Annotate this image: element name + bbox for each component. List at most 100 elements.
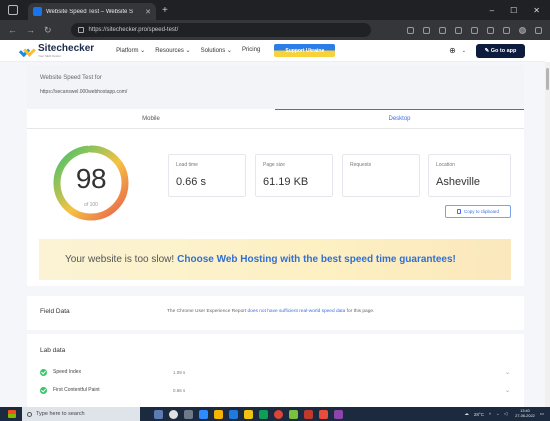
main-nav: Platform ⌄ Resources ⌄ Solutions ⌄ Prici… bbox=[116, 47, 260, 54]
folder-icon[interactable] bbox=[244, 409, 253, 419]
chevron-down-icon[interactable]: ⌄ bbox=[462, 48, 466, 54]
maximize-icon[interactable]: ☐ bbox=[510, 6, 517, 15]
weather-temp[interactable]: 28°C bbox=[474, 412, 484, 417]
copy-icon bbox=[456, 209, 461, 214]
metric-label: Location bbox=[436, 162, 455, 168]
browser-toolbar-icons bbox=[407, 26, 542, 34]
address-bar: ← → ↻ https://sitechecker.pro/speed-test… bbox=[0, 20, 550, 40]
reader-icon[interactable] bbox=[423, 26, 430, 34]
word-icon[interactable] bbox=[229, 409, 238, 419]
field-text-after: for this page. bbox=[346, 309, 375, 314]
score-value: 98 bbox=[75, 163, 107, 194]
tab-desktop[interactable]: Desktop bbox=[275, 109, 524, 129]
metric-label: Load time bbox=[176, 162, 198, 168]
app-icon[interactable] bbox=[304, 409, 313, 419]
lab-row-fcp[interactable]: First Contentful Paint 0.66 s ⌄ bbox=[40, 384, 510, 396]
minimize-icon[interactable]: – bbox=[490, 6, 494, 15]
field-data-text: The Chrome User Experience Report does n… bbox=[167, 309, 374, 314]
split-screen-icon[interactable] bbox=[455, 26, 462, 34]
lock-icon bbox=[77, 27, 84, 33]
app-icon[interactable] bbox=[319, 409, 328, 419]
metric-label: Requests bbox=[350, 162, 372, 168]
clock[interactable]: 13:40 27-06-2022 bbox=[515, 409, 534, 419]
logo[interactable]: Sitechecker Your SEO Doctor bbox=[38, 43, 94, 58]
nav-solutions[interactable]: Solutions ⌄ bbox=[201, 47, 232, 54]
check-circle-icon bbox=[40, 368, 47, 376]
profile-avatar[interactable] bbox=[519, 26, 526, 34]
metric-value: 0.66 s bbox=[176, 176, 206, 188]
field-data-title: Field Data bbox=[40, 308, 70, 315]
widgets-icon[interactable] bbox=[184, 409, 193, 419]
chevron-up-icon[interactable]: ^ bbox=[489, 412, 491, 417]
metric-value: Asheville bbox=[436, 176, 481, 188]
app-icon[interactable] bbox=[154, 409, 163, 419]
windows-start-icon[interactable] bbox=[8, 410, 16, 418]
test-title: Website Speed Test for bbox=[40, 75, 102, 81]
url-text: https://sitechecker.pro/speed-test/ bbox=[88, 27, 179, 33]
volume-icon[interactable]: ◁ bbox=[504, 411, 507, 417]
device-tabs: Mobile Desktop bbox=[27, 109, 524, 129]
explorer-icon[interactable] bbox=[214, 409, 223, 419]
extensions-icon[interactable] bbox=[487, 26, 494, 34]
task-view-icon[interactable] bbox=[169, 409, 178, 419]
scrollbar-thumb[interactable] bbox=[546, 68, 549, 90]
nav-pricing[interactable]: Pricing bbox=[242, 47, 260, 54]
system-tray: ☁ 28°C ^ ◔ ◁ 13:40 27-06-2022 ▭ bbox=[464, 409, 544, 419]
window-controls: – ☐ ✕ bbox=[490, 6, 540, 15]
browser-tab[interactable]: Website Speed Test – Website S ✕ bbox=[28, 3, 156, 20]
screen: Website Speed Test – Website S ✕ + – ☐ ✕… bbox=[0, 0, 550, 421]
nav-platform[interactable]: Platform ⌄ bbox=[116, 47, 145, 54]
taskbar-search-input[interactable]: Type here to search bbox=[22, 407, 140, 421]
read-aloud-icon[interactable] bbox=[439, 26, 446, 34]
search-placeholder: Type here to search bbox=[36, 411, 85, 417]
chevron-down-icon[interactable]: ⌄ bbox=[505, 387, 510, 394]
nav-resources[interactable]: Resources ⌄ bbox=[155, 47, 190, 54]
clock-date: 27-06-2022 bbox=[515, 414, 535, 418]
support-ukraine-button[interactable]: Support Ukraine bbox=[274, 44, 336, 57]
weather-icon[interactable]: ☁ bbox=[464, 411, 469, 417]
favorites-icon[interactable] bbox=[471, 26, 478, 34]
lab-row-speed-index[interactable]: Speed Index 1.09 s ⌄ bbox=[40, 366, 510, 378]
go-to-app-label: Go to app bbox=[490, 47, 517, 54]
install-icon[interactable] bbox=[407, 26, 414, 34]
search-icon bbox=[27, 411, 32, 417]
edge-icon[interactable] bbox=[199, 409, 208, 419]
more-icon[interactable] bbox=[535, 26, 542, 34]
copy-to-clipboard-button[interactable]: Copy to clipboard bbox=[445, 205, 511, 218]
windows-taskbar: Type here to search ☁ 28°C ^ ◔ ◁ 13:40 2… bbox=[0, 407, 550, 421]
field-text-before: The Chrome User Experience Report bbox=[167, 309, 247, 314]
collections-icon[interactable] bbox=[503, 26, 510, 34]
lab-data-title: Lab data bbox=[40, 347, 66, 354]
logo-tagline: Your SEO Doctor bbox=[38, 53, 61, 58]
tab-mobile[interactable]: Mobile bbox=[27, 109, 275, 129]
test-header-card: Website Speed Test for https://secanswel… bbox=[27, 65, 524, 109]
app-icon[interactable] bbox=[289, 409, 298, 419]
score-of: of 100 bbox=[84, 202, 98, 208]
field-data-link[interactable]: does not have sufficient real-world spee… bbox=[248, 309, 346, 314]
sitechecker-logo-icon[interactable] bbox=[20, 46, 34, 56]
notification-icon[interactable]: ▭ bbox=[540, 411, 544, 417]
metric-page-size: Page size 61.19 KB bbox=[255, 154, 333, 197]
chrome-icon[interactable] bbox=[274, 409, 283, 419]
lab-row-name: First Contentful Paint bbox=[53, 387, 100, 393]
app-icon[interactable] bbox=[334, 409, 343, 419]
taskbar-apps bbox=[154, 409, 343, 419]
go-to-app-button[interactable]: ✎ Go to app bbox=[476, 43, 525, 58]
close-window-icon[interactable]: ✕ bbox=[533, 6, 540, 15]
banner-link[interactable]: Choose Web Hosting with the best speed t… bbox=[177, 254, 456, 265]
globe-icon[interactable]: ⊕ bbox=[449, 46, 456, 55]
url-input[interactable]: https://sitechecker.pro/speed-test/ bbox=[70, 23, 371, 37]
scrollbar[interactable] bbox=[545, 62, 550, 407]
reload-icon[interactable]: ↻ bbox=[44, 25, 52, 36]
window-menu-icon[interactable] bbox=[8, 5, 18, 15]
results-panel: 98 of 100 Load time 0.66 s Page size 61.… bbox=[27, 129, 524, 286]
forward-icon[interactable]: → bbox=[26, 25, 35, 35]
wifi-icon[interactable]: ◔ bbox=[496, 412, 499, 417]
metric-label: Page size bbox=[263, 162, 285, 168]
chevron-down-icon[interactable]: ⌄ bbox=[505, 369, 510, 376]
excel-icon[interactable] bbox=[259, 409, 268, 419]
new-tab-icon[interactable]: + bbox=[162, 5, 168, 16]
back-icon[interactable]: ← bbox=[8, 25, 17, 35]
close-icon[interactable]: ✕ bbox=[145, 8, 151, 16]
tab-title: Website Speed Test – Website S bbox=[46, 8, 134, 15]
